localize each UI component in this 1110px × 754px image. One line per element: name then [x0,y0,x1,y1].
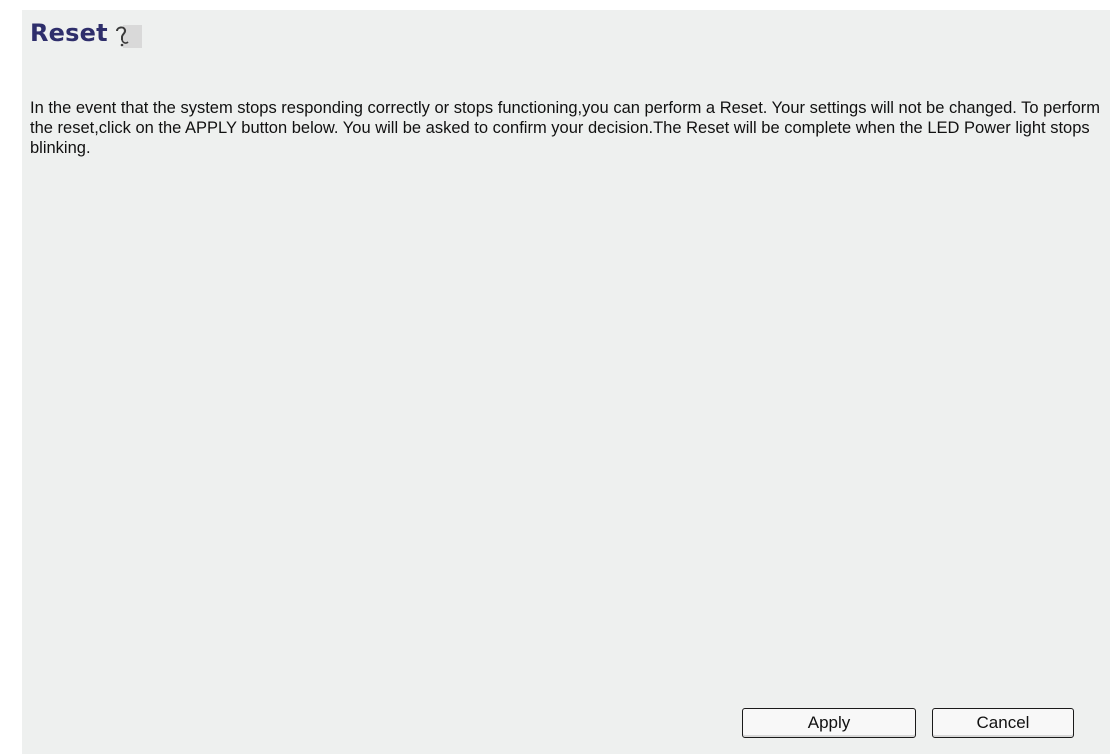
reset-description: In the event that the system stops respo… [30,99,1101,157]
page-header: Reset [30,18,142,48]
cancel-button[interactable]: Cancel [932,708,1074,738]
page-title: Reset [30,19,108,47]
apply-button[interactable]: Apply [742,708,916,738]
help-icon[interactable] [114,22,142,48]
help-icon-graphic [115,25,142,48]
reset-panel: Reset In the event that the system stops… [22,10,1110,754]
